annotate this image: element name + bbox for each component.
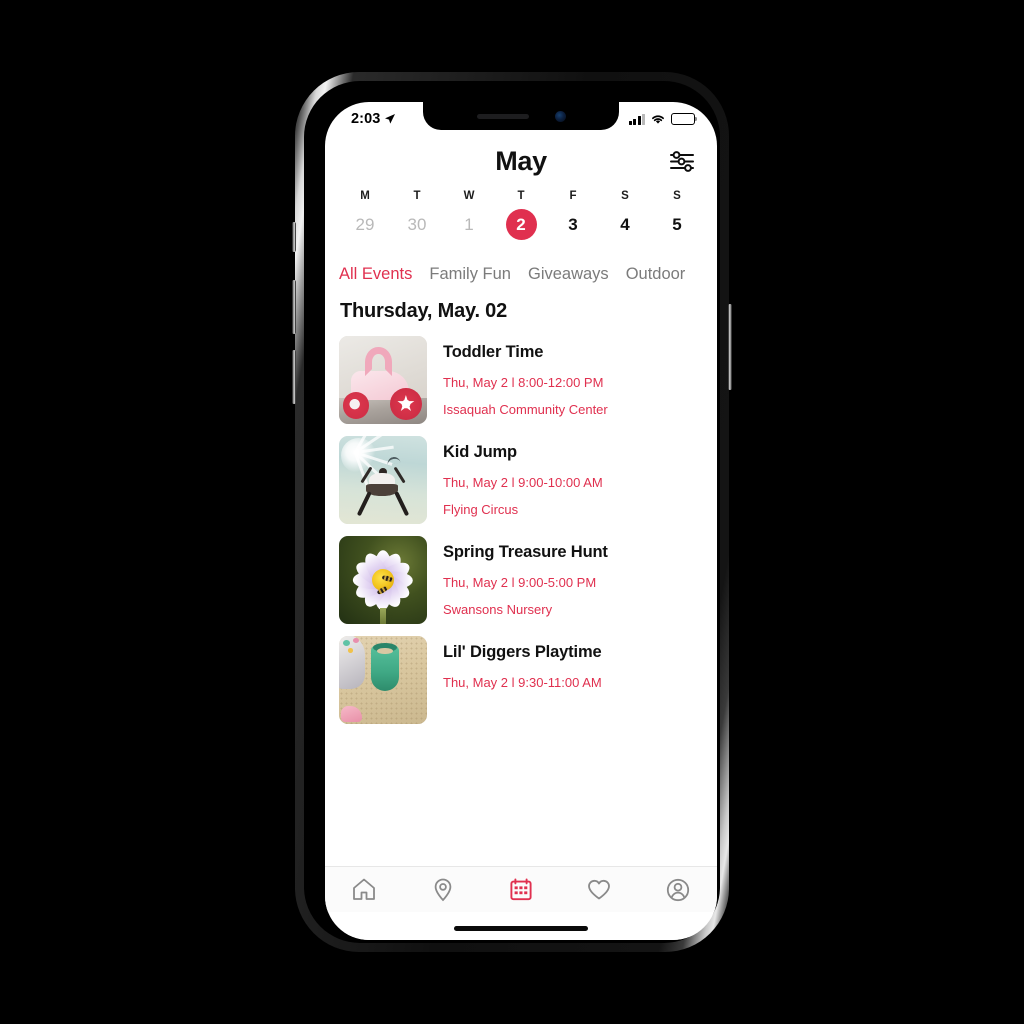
date-cell-30[interactable]: 30: [391, 208, 443, 240]
date-number: 5: [672, 214, 682, 234]
tab-family-fun[interactable]: Family Fun: [429, 265, 511, 284]
phone-screen: 2:03 May M T W T F S S 29 30 1 2 3 4 5 A…: [325, 102, 717, 940]
date-number: 2: [505, 208, 537, 240]
event-title: Kid Jump: [443, 443, 517, 461]
tab-all-events[interactable]: All Events: [339, 265, 412, 284]
day-of-week-label: T: [517, 190, 525, 202]
day-of-week-label: W: [463, 190, 475, 202]
earpiece-speaker-icon: [476, 113, 529, 119]
tabbar-location-pin[interactable]: [403, 877, 481, 903]
event-time: Thu, May 2 l 9:00-10:00 AM: [443, 475, 603, 490]
app-header: May: [325, 132, 717, 190]
battery-icon: [671, 113, 698, 125]
screenshot-stage: 2:03 May M T W T F S S 29 30 1 2 3 4 5 A…: [0, 0, 1024, 1024]
event-body: Kid Jump Thu, May 2 l 9:00-10:00 AM Flying…: [443, 436, 703, 524]
date-number: 30: [407, 214, 427, 234]
date-row[interactable]: 29 30 1 2 3 4 5: [339, 208, 703, 240]
pink-toy-trike-photo: [339, 336, 427, 424]
date-cell-5[interactable]: 5: [651, 208, 703, 240]
calendar-icon: [510, 877, 532, 900]
day-of-week-label: F: [569, 190, 577, 202]
date-cell-2[interactable]: 2: [495, 208, 547, 240]
day-of-week-label: S: [673, 190, 681, 202]
event-time: Thu, May 2 l 9:30-11:00 AM: [443, 675, 602, 690]
phone-device-frame: 2:03 May M T W T F S S 29 30 1 2 3 4 5 A…: [292, 72, 732, 952]
event-time: Thu, May 2 l 9:00-5:00 PM: [443, 575, 597, 590]
status-bar-right: [628, 113, 698, 125]
display-notch: [423, 102, 619, 130]
event-body: Lil' Diggers Playtime Thu, May 2 l 9:30-1…: [443, 636, 703, 724]
tabbar-home[interactable]: [325, 877, 403, 903]
event-card[interactable]: Toddler Time Thu, May 2 l 8:00-12:00 PM Is…: [339, 336, 703, 424]
child-jumping-sky-photo: [339, 436, 427, 524]
event-title: Toddler Time: [443, 343, 544, 361]
tab-giveaways[interactable]: Giveaways: [528, 265, 609, 284]
event-time: Thu, May 2 l 8:00-12:00 PM: [443, 375, 604, 390]
day-of-week-label: T: [413, 190, 421, 202]
event-list[interactable]: Toddler Time Thu, May 2 l 8:00-12:00 PM Is…: [325, 336, 717, 878]
cellular-signal-icon: [628, 113, 645, 125]
event-title: Spring Treasure Hunt: [443, 543, 608, 561]
location-arrow-icon: [385, 114, 396, 124]
purple-flower-bee-photo: [339, 536, 427, 624]
event-thumbnail: [339, 536, 427, 624]
tabbar-calendar[interactable]: [482, 877, 560, 903]
event-venue: Issaquah Community Center: [443, 402, 608, 417]
front-camera-icon: [554, 110, 566, 122]
event-card[interactable]: Lil' Diggers Playtime Thu, May 2 l 9:30-1…: [339, 636, 703, 724]
day-of-week-label: M: [360, 190, 370, 202]
tab-outdoor[interactable]: Outdoor: [626, 265, 686, 284]
phone-bezel: 2:03 May M T W T F S S 29 30 1 2 3 4 5 A…: [304, 81, 720, 943]
profile-icon: [666, 878, 689, 901]
event-thumbnail: [339, 636, 427, 724]
home-icon: [353, 878, 376, 900]
date-number: 4: [620, 214, 630, 234]
date-cell-3[interactable]: 3: [547, 208, 599, 240]
date-number: 1: [464, 214, 474, 234]
volume-up-button[interactable]: [292, 280, 296, 334]
day-heading: Thursday, May. 02: [340, 300, 508, 322]
date-cell-1[interactable]: 1: [443, 208, 495, 240]
filter-sliders-icon[interactable]: [665, 146, 699, 176]
date-cell-29[interactable]: 29: [339, 208, 391, 240]
page-title: May: [495, 145, 547, 176]
status-bar-left: 2:03: [351, 111, 396, 127]
silent-switch[interactable]: [292, 222, 296, 252]
wifi-icon: [652, 115, 664, 124]
event-card[interactable]: Spring Treasure Hunt Thu, May 2 l 9:00-5:…: [339, 536, 703, 624]
event-body: Spring Treasure Hunt Thu, May 2 l 9:00-5:…: [443, 536, 703, 624]
bottom-tab-bar[interactable]: [325, 866, 717, 912]
date-number: 29: [355, 214, 375, 234]
category-tab-row[interactable]: All Events Family Fun Giveaways Outdoor: [325, 257, 717, 291]
heart-icon: [588, 879, 611, 899]
event-thumbnail: [339, 336, 427, 424]
sandbox-green-bucket-photo: [339, 636, 427, 724]
date-cell-4[interactable]: 4: [599, 208, 651, 240]
event-body: Toddler Time Thu, May 2 l 8:00-12:00 PM Is…: [443, 336, 703, 424]
tabbar-profile[interactable]: [639, 877, 717, 903]
volume-down-button[interactable]: [292, 350, 296, 404]
power-button[interactable]: [728, 304, 732, 390]
location-pin-icon: [434, 878, 451, 901]
event-thumbnail: [339, 436, 427, 524]
home-indicator[interactable]: [454, 926, 588, 931]
event-title: Lil' Diggers Playtime: [443, 643, 602, 661]
day-of-week-row: MTWTFSS: [339, 190, 703, 208]
event-venue: Flying Circus: [443, 502, 519, 517]
tabbar-heart[interactable]: [560, 877, 638, 903]
day-of-week-label: S: [621, 190, 629, 202]
week-calendar-strip: M T W T F S S 29 30 1 2 3 4 5: [325, 190, 717, 240]
event-venue: Swansons Nursery: [443, 602, 553, 617]
event-card[interactable]: Kid Jump Thu, May 2 l 9:00-10:00 AM Flying…: [339, 436, 703, 524]
date-number: 3: [568, 214, 578, 234]
status-time: 2:03: [351, 111, 381, 127]
